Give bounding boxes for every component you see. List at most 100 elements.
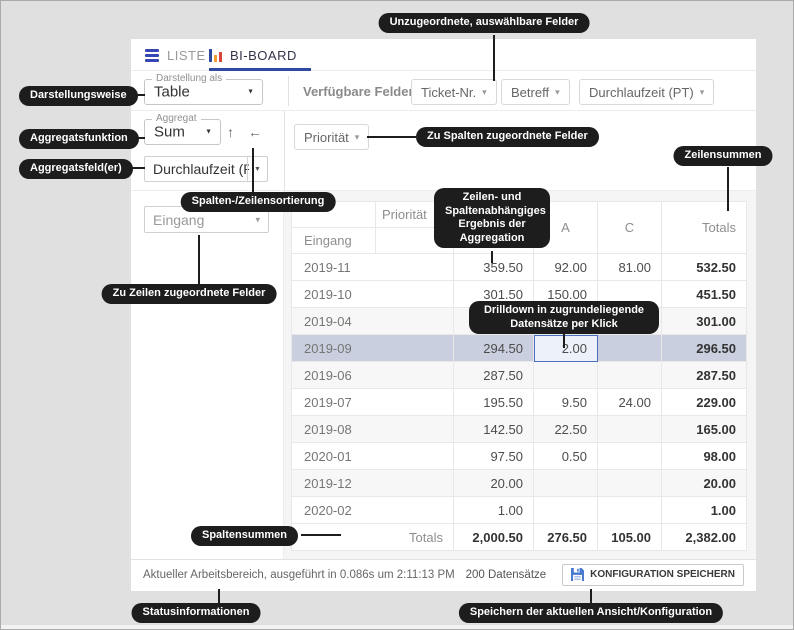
value-cell[interactable]: 24.00 [598, 389, 662, 416]
value-cell[interactable]: 1.00 [454, 497, 534, 524]
value-cell[interactable]: 195.50 [454, 389, 534, 416]
connector-line [252, 148, 254, 192]
table-row: 2019-1220.0020.00 [292, 470, 747, 497]
totals-row: Totals2,000.50276.50105.002,382.00 [292, 524, 747, 551]
value-cell[interactable]: 294.50 [454, 335, 534, 362]
value-cell[interactable]: 1.00 [662, 497, 747, 524]
value-cell[interactable]: 2.00 [534, 335, 598, 362]
column-header-totals: Totals [662, 202, 747, 254]
connector-line [590, 589, 592, 603]
value-cell[interactable]: 98.00 [662, 443, 747, 470]
table-row: 2019-11359.5092.0081.00532.50 [292, 254, 747, 281]
aggregate-value: Sum [154, 124, 185, 141]
divider [288, 76, 289, 106]
tab-bi-board[interactable]: BI-BOARD [209, 39, 297, 71]
annotation-display-mode: Darstellungsweise [19, 86, 138, 106]
field-button-durchlaufzeit[interactable]: Durchlaufzeit (PT) ▾ [579, 79, 714, 105]
value-cell[interactable]: 287.50 [454, 362, 534, 389]
value-cell[interactable]: 0.50 [534, 443, 598, 470]
value-cell[interactable]: 81.00 [598, 254, 662, 281]
chevron-down-icon: ▾ [482, 87, 487, 98]
display-as-legend: Darstellung als [152, 73, 226, 84]
row-fields-column: Eingang ▾ [131, 191, 284, 559]
totals-label: Totals [292, 524, 454, 551]
value-cell[interactable]: 301.00 [662, 308, 747, 335]
column-header-c: C [598, 202, 662, 254]
table-row: 2019-07195.509.5024.00229.00 [292, 389, 747, 416]
value-cell[interactable] [534, 470, 598, 497]
value-cell[interactable]: 165.00 [662, 416, 747, 443]
field-button-label: Betreff [511, 85, 549, 100]
connector-line [727, 167, 729, 211]
row-label: 2020-02 [292, 497, 454, 524]
value-cell[interactable]: 92.00 [534, 254, 598, 281]
value-cell[interactable] [598, 497, 662, 524]
value-cell[interactable] [598, 362, 662, 389]
annotation-aggregate-fields: Aggregatsfeld(er) [19, 159, 133, 179]
pivot-table: Priorität A C Totals Eingang 2019-11359.… [291, 201, 747, 551]
chevron-down-icon: ▾ [700, 87, 705, 98]
row-label: 2020-01 [292, 443, 454, 470]
totals-value-cell[interactable]: 276.50 [534, 524, 598, 551]
field-button-ticket-nr[interactable]: Ticket-Nr. ▾ [411, 79, 497, 105]
tab-liste[interactable]: LISTE [145, 39, 206, 71]
row-label: 2019-07 [292, 389, 454, 416]
save-icon [571, 568, 584, 581]
aggregate-field-select[interactable]: Durchlaufzeit (P ▼ [144, 156, 268, 182]
value-cell[interactable]: 22.50 [534, 416, 598, 443]
value-cell[interactable]: 9.50 [534, 389, 598, 416]
row-label: 2019-08 [292, 416, 454, 443]
value-cell[interactable] [534, 497, 598, 524]
connector-line [367, 136, 416, 138]
annotation-aggregate-function: Aggregatsfunktion [19, 129, 139, 149]
record-count: 200 Datensätze [466, 569, 547, 581]
value-cell[interactable]: 532.50 [662, 254, 747, 281]
row-label: 2019-06 [292, 362, 454, 389]
chevron-down-icon: ▼ [247, 157, 267, 181]
sort-up-icon[interactable]: ↑ [227, 124, 234, 140]
totals-value-cell[interactable]: 2,382.00 [662, 524, 747, 551]
chevron-down-icon: ▼ [205, 129, 212, 136]
value-cell[interactable]: 359.50 [454, 254, 534, 281]
available-fields-label: Verfügbare Felder [303, 71, 414, 111]
toolbar-row-2: Aggregat Sum ▼ ↑ ← Durchlaufzeit (P ▼ Pr… [131, 111, 756, 191]
field-button-label: Durchlaufzeit (PT) [589, 85, 694, 100]
value-cell[interactable] [598, 443, 662, 470]
value-cell[interactable] [598, 470, 662, 497]
value-cell[interactable]: 97.50 [454, 443, 534, 470]
status-bar: Aktueller Arbeitsbereich, ausgeführt in … [131, 559, 756, 589]
save-configuration-button[interactable]: KONFIGURATION SPEICHERN [562, 564, 744, 586]
table-row: 2020-021.001.00 [292, 497, 747, 524]
column-field-button-prioritaet[interactable]: Priorität ▾ [294, 124, 369, 150]
field-button-betreff[interactable]: Betreff ▾ [501, 79, 570, 105]
value-cell[interactable]: 229.00 [662, 389, 747, 416]
annotation-column-fields: Zu Spalten zugeordnete Felder [416, 127, 599, 147]
annotation-sorting: Spalten-/Zeilensortierung [181, 192, 336, 212]
aggregate-field-value: Durchlaufzeit (P [153, 161, 249, 177]
value-cell[interactable] [598, 335, 662, 362]
connector-line [218, 589, 220, 603]
totals-value-cell[interactable]: 105.00 [598, 524, 662, 551]
value-cell[interactable]: 296.50 [662, 335, 747, 362]
row-label: 2019-12 [292, 470, 454, 497]
display-as-value: Table [154, 84, 190, 101]
value-cell[interactable] [598, 416, 662, 443]
display-as-select[interactable]: Darstellung als Table ▼ [144, 79, 263, 105]
value-cell[interactable]: 142.50 [454, 416, 534, 443]
save-button-label: KONFIGURATION SPEICHERN [590, 569, 735, 580]
value-cell[interactable]: 287.50 [662, 362, 747, 389]
divider [284, 111, 285, 191]
tab-bar: LISTE BI-BOARD [131, 39, 756, 71]
annotation-save-config: Speichern der aktuellen Ansicht/Konfigur… [459, 603, 723, 623]
aggregate-select[interactable]: Aggregat Sum ▼ [144, 119, 221, 145]
value-cell[interactable]: 451.50 [662, 281, 747, 308]
value-cell[interactable]: 20.00 [454, 470, 534, 497]
sort-left-icon[interactable]: ← [248, 124, 262, 140]
value-cell[interactable]: 20.00 [662, 470, 747, 497]
totals-value-cell[interactable]: 2,000.50 [454, 524, 534, 551]
tab-liste-label: LISTE [167, 48, 206, 63]
value-cell[interactable] [534, 362, 598, 389]
aggregate-legend: Aggregat [152, 113, 201, 124]
annotation-unassigned-fields: Unzugeordnete, auswählbare Felder [379, 13, 590, 33]
bar-chart-icon [209, 49, 222, 62]
